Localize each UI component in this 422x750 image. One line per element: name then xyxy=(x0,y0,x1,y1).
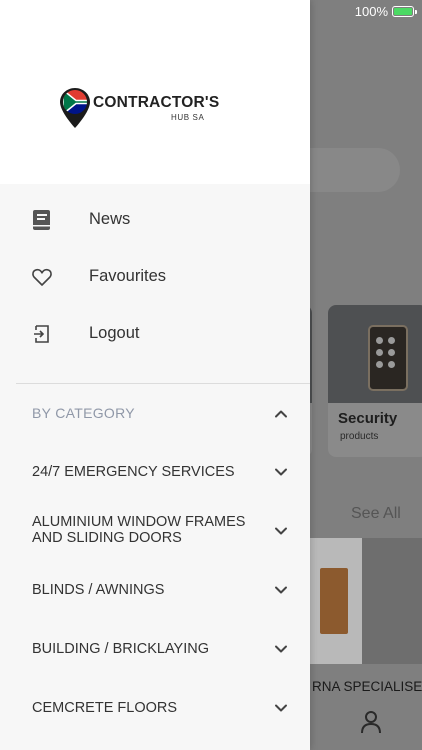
chevron-down-icon[interactable] xyxy=(272,581,290,599)
logo-wordmark: CONTRACTOR'S xyxy=(93,94,220,111)
logout-icon xyxy=(34,325,49,343)
category-item-building-bricklaying[interactable]: BUILDING / BRICKLAYING xyxy=(0,629,310,669)
category-item-label: BUILDING / BRICKLAYING xyxy=(32,641,209,657)
category-item-blinds-awnings[interactable]: BLINDS / AWNINGS xyxy=(0,570,310,610)
menu-item-news[interactable]: News xyxy=(0,196,310,246)
chevron-down-icon[interactable] xyxy=(272,522,290,540)
category-card-image xyxy=(328,305,422,403)
navigation-drawer: CONTRACTOR'S HUB SA News Favourites Logo… xyxy=(0,0,310,750)
category-card-title: Security xyxy=(338,410,398,427)
category-item-emergency-services[interactable]: 24/7 EMERGENCY SERVICES xyxy=(0,452,310,492)
menu-item-label: News xyxy=(89,210,131,228)
log-stack xyxy=(320,568,348,634)
status-bar: 100% xyxy=(354,4,417,19)
app-logo: CONTRACTOR'S HUB SA xyxy=(60,88,220,134)
menu-item-logout[interactable]: Logout xyxy=(0,310,310,360)
drawer-divider xyxy=(16,383,310,384)
category-item-label: 24/7 EMERGENCY SERVICES xyxy=(32,464,235,480)
see-all-link[interactable]: See All xyxy=(351,505,401,523)
battery-percent: 100% xyxy=(354,4,388,19)
category-item-cemcrete-floors[interactable]: CEMCRETE FLOORS xyxy=(0,688,310,728)
category-card-security[interactable]: Security products xyxy=(328,305,422,457)
category-item-aluminium-window-frames[interactable]: ALUMINIUM WINDOW FRAMES AND SLIDING DOOR… xyxy=(0,508,310,554)
heart-icon xyxy=(32,268,52,286)
drawer-header: CONTRACTOR'S HUB SA xyxy=(0,0,310,184)
chevron-up-icon[interactable] xyxy=(272,405,290,423)
sa-flag-pin-icon xyxy=(60,88,90,128)
chevron-down-icon[interactable] xyxy=(272,463,290,481)
menu-item-favourites[interactable]: Favourites xyxy=(0,253,310,303)
logo-subtitle: HUB SA xyxy=(171,113,205,122)
category-header-label: BY CATEGORY xyxy=(32,405,135,421)
keypad-lock-image xyxy=(368,325,408,391)
chevron-down-icon[interactable] xyxy=(272,640,290,658)
category-item-label: BLINDS / AWNINGS xyxy=(32,582,165,598)
menu-item-label: Logout xyxy=(89,324,140,342)
profile-icon[interactable] xyxy=(360,710,382,734)
category-item-label: CEMCRETE FLOORS xyxy=(32,700,178,716)
battery-icon xyxy=(392,6,417,17)
category-item-label: ALUMINIUM WINDOW FRAMES AND SLIDING DOOR… xyxy=(32,514,246,546)
featured-title: RNA SPECIALISE xyxy=(312,679,422,694)
book-icon xyxy=(33,210,50,230)
category-section-header[interactable]: BY CATEGORY xyxy=(0,394,310,434)
chevron-down-icon[interactable] xyxy=(272,699,290,717)
menu-item-label: Favourites xyxy=(89,267,167,285)
category-card-subtitle: products xyxy=(340,431,379,442)
